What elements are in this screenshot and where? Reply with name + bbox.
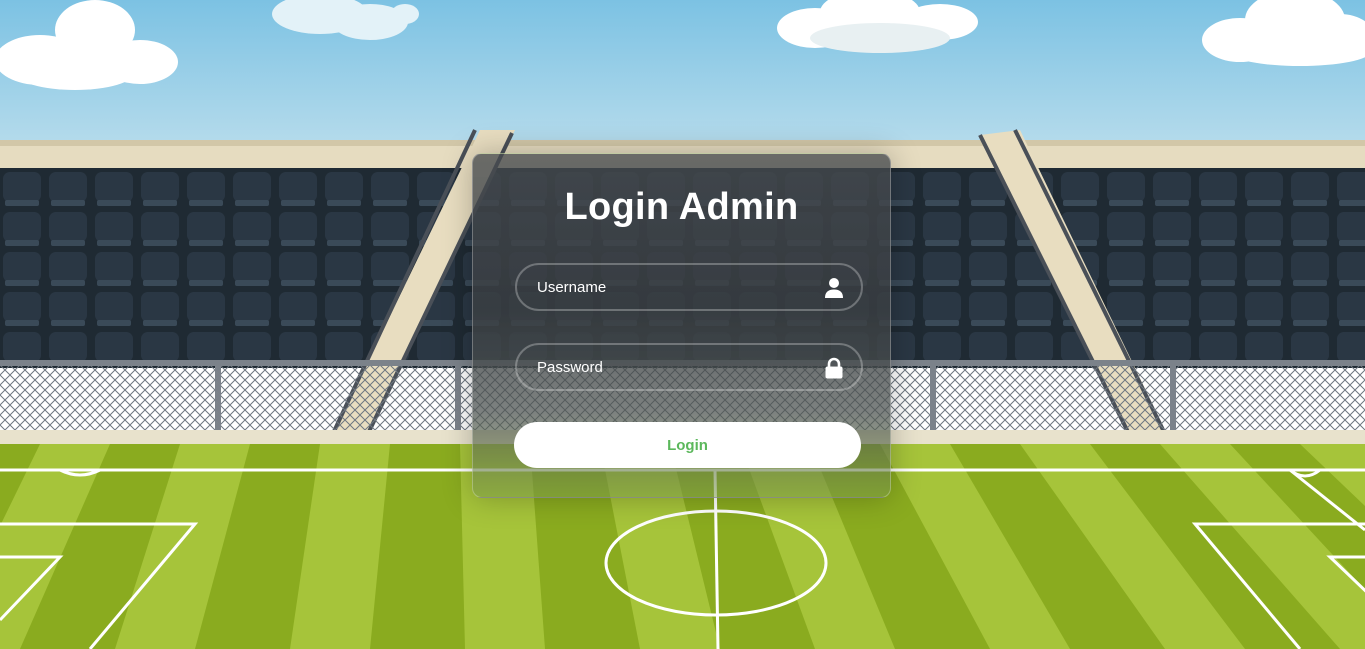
sky (0, 0, 1365, 150)
username-input[interactable] (517, 265, 861, 309)
lock-icon (825, 357, 843, 379)
username-field[interactable] (515, 263, 863, 311)
login-card: Login Admin Login (472, 153, 891, 498)
login-title: Login Admin (564, 186, 799, 228)
password-field[interactable] (515, 343, 863, 391)
user-icon (825, 278, 843, 298)
login-page: Login Admin Login (0, 0, 1365, 649)
password-input[interactable] (517, 345, 861, 389)
login-button[interactable]: Login (514, 422, 861, 468)
